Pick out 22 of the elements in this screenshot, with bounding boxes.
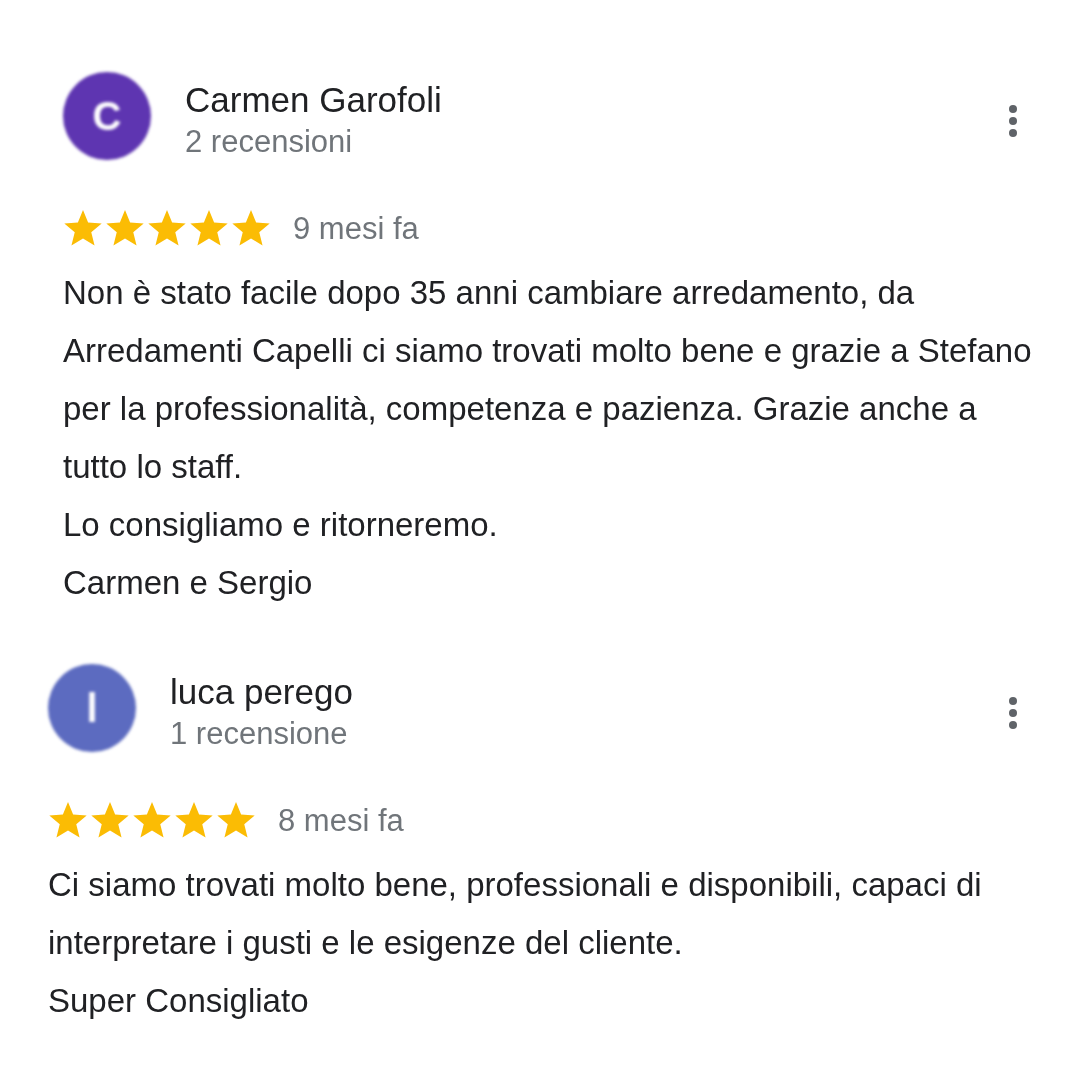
star-icon: [231, 210, 271, 248]
star-icon: [147, 210, 187, 248]
star-icon: [63, 210, 103, 248]
star-icon: [90, 802, 130, 840]
reviewer-name[interactable]: Carmen Garofoli: [185, 78, 1008, 122]
review-text: Non è stato facile dopo 35 anni cambiare arredamento, da Arredamenti Capelli ci siamo trovati molto bene e grazie a Stefano per la professionalità, competenza e pazienza. Grazie anche a tutto lo staff. Lo consigliamo e ritorneremo. Carmen e Sergio: [63, 273, 1033, 603]
star-icon: [189, 210, 229, 248]
avatar: C: [63, 72, 151, 160]
star-icon: [216, 802, 256, 840]
review-date: 9 mesi fa: [293, 211, 419, 247]
reviewer-name[interactable]: luca perego: [170, 670, 1008, 714]
more-options-icon[interactable]: [1008, 104, 1018, 138]
star-icon: [174, 802, 214, 840]
avatar: l: [48, 664, 136, 752]
star-icon: [105, 210, 145, 248]
review-date: 8 mesi fa: [278, 803, 404, 839]
more-options-icon[interactable]: [1008, 696, 1018, 730]
review-count: 2 recensioni: [185, 123, 354, 161]
star-icon: [132, 802, 172, 840]
review-count: 1 recensione: [170, 715, 349, 753]
review-text: Ci siamo trovati molto bene, professionali e disponibili, capaci di interpretare i gusti e le esigenze del cliente. Super Consigliato: [48, 865, 983, 1021]
star-icon: [48, 802, 88, 840]
